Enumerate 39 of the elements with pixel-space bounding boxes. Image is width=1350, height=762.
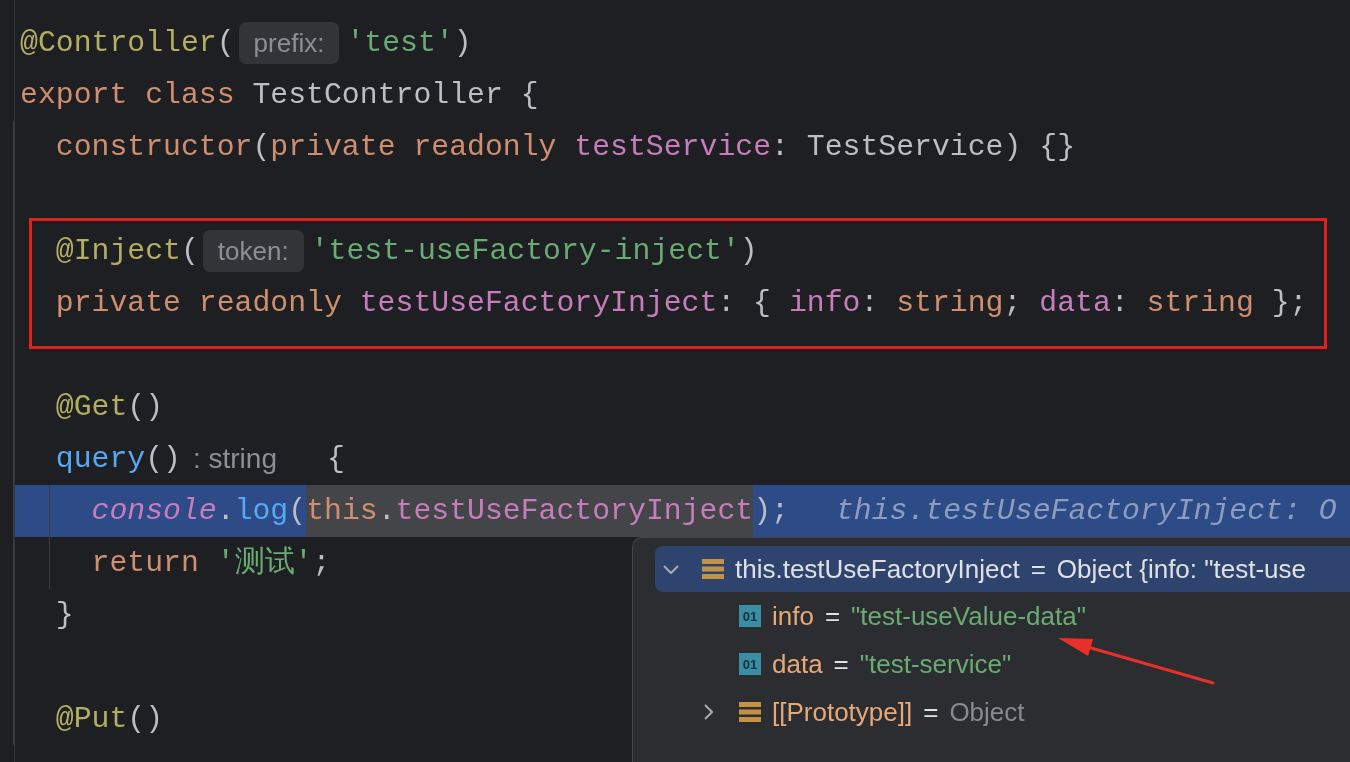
- value-type-badge: 01: [739, 653, 761, 675]
- variable-name: [[Prototype]]: [772, 695, 913, 729]
- equals-sign: =: [1030, 552, 1046, 586]
- equals-sign: =: [833, 647, 849, 681]
- code-text: constructor(private readonly testService: TestService) {}: [55, 129, 1075, 166]
- selected-tree-row[interactable]: this.testUseFactoryInject = Object {info: "test-use: [655, 546, 1350, 592]
- variable-name: info: [772, 599, 814, 633]
- chevron-right-icon[interactable]: [703, 704, 713, 720]
- stacked-bars-icon: [702, 559, 724, 579]
- code-text: export class TestController {: [20, 77, 539, 114]
- equals-sign: =: [923, 695, 939, 729]
- variable-value: "test-service": [859, 647, 1012, 681]
- variable-value: Object {info: "test-use: [1056, 552, 1306, 586]
- value-type-badge: 01: [739, 605, 761, 627]
- code-text: this.testUseFactoryInject: [306, 485, 754, 537]
- code-text: 'test-useFactory-inject'): [310, 233, 758, 270]
- code-text: );: [753, 493, 789, 530]
- code-text: @Inject(: [55, 233, 199, 270]
- code-text: 'test'): [346, 25, 472, 62]
- code-text: {: [326, 441, 345, 478]
- code-text: @Put(): [55, 701, 164, 738]
- stacked-bars-icon: [739, 702, 761, 722]
- variable-value: Object: [949, 695, 1025, 729]
- parameter-hint: prefix:: [238, 22, 340, 64]
- variable-name: data: [772, 647, 823, 681]
- equals-sign: =: [824, 599, 841, 633]
- code-text: return '测试';: [91, 545, 331, 582]
- parameter-hint: token:: [202, 230, 304, 272]
- variable-name: this.testUseFactoryInject: [735, 552, 1020, 586]
- code-text: query(): [55, 441, 181, 478]
- code-text: @Get(): [55, 389, 164, 426]
- type-hint: : string: [192, 445, 277, 473]
- code-text: }: [55, 597, 74, 634]
- code-text: private readonly testUseFactoryInject: { info: string; data: string };: [55, 285, 1308, 322]
- variable-value: "test-useValue-data": [851, 599, 1086, 633]
- code-text: console.log(: [91, 493, 307, 530]
- code-text: @Controller(: [20, 25, 235, 62]
- chevron-down-icon[interactable]: [663, 564, 679, 574]
- inline-debug-value: this.testUseFactoryInject: O: [835, 493, 1337, 530]
